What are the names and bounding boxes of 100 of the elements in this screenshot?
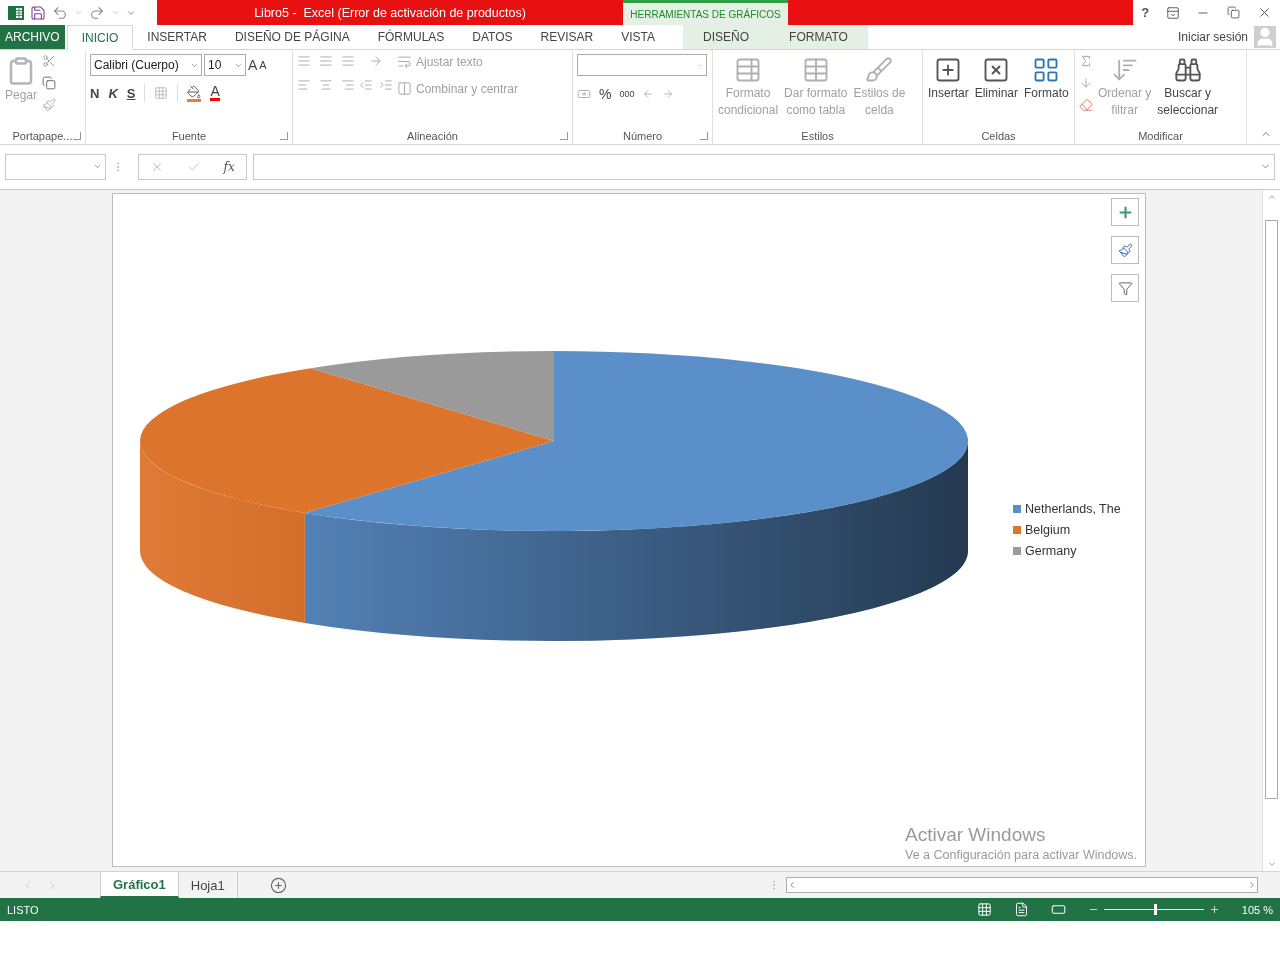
help-button[interactable]: ? [1141, 5, 1150, 20]
align-center-icon[interactable] [319, 78, 333, 92]
launcher-icon[interactable] [280, 131, 288, 140]
indent-increase-icon[interactable] [379, 78, 393, 92]
wrap-text-icon [397, 54, 412, 69]
caret-icon[interactable] [111, 8, 120, 17]
zoom-level[interactable]: 105 % [1241, 903, 1273, 916]
plus-icon [1116, 203, 1134, 221]
redo-icon[interactable] [89, 4, 105, 21]
spreadsheet-logo-icon[interactable] [8, 4, 24, 21]
cells-button[interactable]: Insertar [927, 54, 970, 127]
activation-text: Ve a Configuración para activar Windows. [905, 848, 1138, 862]
zoom-in-icon[interactable] [1208, 904, 1220, 915]
caret-icon[interactable] [74, 8, 83, 17]
number-format-field[interactable] [577, 54, 707, 76]
name-box[interactable] [5, 153, 106, 180]
underline-button[interactable]: S [126, 85, 136, 101]
group-label: Celdas [981, 129, 1016, 142]
scroll-up-icon[interactable] [1266, 192, 1277, 202]
formula-input[interactable] [253, 153, 1275, 180]
align-bottom-icon[interactable] [341, 54, 355, 68]
page-break-icon[interactable] [1050, 902, 1066, 917]
undo-icon[interactable] [52, 4, 68, 21]
avatar-icon[interactable] [1254, 26, 1276, 48]
ribbon-tab[interactable]: INICIO [66, 25, 134, 50]
insert-function-button[interactable]: fx [223, 159, 235, 174]
ribbon-tab[interactable]: FÓRMULAS [363, 25, 459, 49]
format-painter-icon[interactable] [42, 98, 57, 112]
group-label: Fuente [171, 129, 207, 142]
merge-cells-icon [397, 81, 412, 96]
font-color-button[interactable]: A [210, 85, 220, 101]
ribbon-tab[interactable]: DISEÑO [683, 25, 770, 49]
ribbon-tab[interactable]: DISEÑO DE PÁGINA [220, 25, 364, 49]
align-right-icon[interactable] [341, 78, 355, 92]
shrink-font-button[interactable]: A [259, 59, 267, 71]
group-label: Alineación [407, 129, 458, 142]
add-sheet-icon[interactable] [269, 876, 287, 894]
legend-label: Netherlands, The [1025, 502, 1121, 516]
paintbrush-icon [1117, 242, 1133, 258]
ribbon-tab[interactable]: ARCHIVO [0, 25, 65, 49]
group-label: Estilos [801, 129, 834, 142]
legend-label: Germany [1025, 544, 1077, 558]
launcher-icon[interactable] [700, 131, 708, 140]
sum-icon[interactable] [1079, 54, 1093, 68]
dropdown-icon [93, 162, 102, 171]
chart-elements-button[interactable] [1111, 198, 1139, 226]
legend-label: Belgium [1025, 523, 1071, 537]
ribbon-tab[interactable]: VISTA [607, 25, 670, 49]
copy-icon[interactable] [42, 76, 57, 90]
group-label: Portapape... [12, 129, 73, 142]
scroll-down-icon[interactable] [1266, 859, 1277, 869]
cells-button[interactable]: Eliminar [973, 54, 1020, 127]
cells-button[interactable]: Formato [1023, 54, 1070, 127]
status-text: LISTO [7, 903, 39, 916]
zoom-thumb[interactable] [1153, 904, 1157, 915]
ribbon-tab[interactable]: INSERTAR [133, 25, 221, 49]
font-name-field[interactable]: Calibri (Cuerpo) [90, 54, 202, 76]
editing-button[interactable]: Buscar y seleccionar [1156, 54, 1220, 127]
scroll-left-icon[interactable] [787, 880, 797, 890]
cell-styles-icon [865, 56, 894, 84]
fill-color-button[interactable] [187, 84, 202, 102]
launcher-icon[interactable] [560, 131, 568, 140]
currency-icon[interactable] [577, 87, 591, 101]
font-size-field[interactable]: 10 [204, 54, 246, 76]
percent-button[interactable]: % [599, 86, 612, 102]
ribbon-tab[interactable]: FORMATO [769, 25, 868, 49]
vertical-scrollbar[interactable] [1262, 190, 1280, 871]
sign-in-link[interactable]: Iniciar sesión [1177, 30, 1248, 44]
page-layout-icon[interactable] [1013, 902, 1029, 917]
eraser-icon[interactable] [1079, 98, 1093, 112]
activation-title: Activar Windows [905, 824, 1047, 846]
binoculars-icon [1173, 56, 1202, 84]
chart-area[interactable]: Netherlands, The Belgium Germany Activar Windows Ve a Configuración para activar Windows. [112, 193, 1146, 867]
group-label: Número [622, 129, 663, 142]
paint-bucket-icon [187, 84, 202, 99]
ribbon-display-icon[interactable] [1165, 5, 1180, 20]
thousands-button[interactable]: 000 [619, 89, 635, 99]
filter-icon [1117, 280, 1133, 296]
align-left-icon[interactable] [297, 78, 311, 92]
group-label: Modificar [1138, 129, 1183, 142]
align-middle-icon[interactable] [319, 54, 333, 68]
sheet-tab[interactable]: Gráfico1 [100, 872, 179, 898]
launcher-icon[interactable] [73, 131, 81, 140]
ribbon-tab[interactable]: REVISAR [526, 25, 608, 49]
chart-filters-button[interactable] [1111, 274, 1139, 302]
horizontal-scrollbar[interactable] [786, 877, 1258, 893]
grow-font-button[interactable]: A [248, 57, 258, 73]
normal-view-icon[interactable] [976, 902, 992, 917]
cut-icon[interactable] [42, 54, 57, 68]
indent-decrease-icon[interactable] [359, 78, 373, 92]
scroll-right-icon[interactable] [1247, 880, 1257, 890]
save-icon[interactable] [30, 4, 46, 21]
italic-button[interactable]: K [108, 85, 118, 101]
ribbon-tab[interactable]: DATOS [458, 25, 527, 49]
chart-styles-button[interactable] [1111, 236, 1139, 264]
borders-icon[interactable] [154, 86, 169, 100]
conditional-format-icon [734, 56, 762, 84]
restore-icon[interactable] [1227, 6, 1241, 19]
align-top-icon[interactable] [297, 54, 311, 68]
bold-button[interactable]: N [90, 85, 100, 101]
